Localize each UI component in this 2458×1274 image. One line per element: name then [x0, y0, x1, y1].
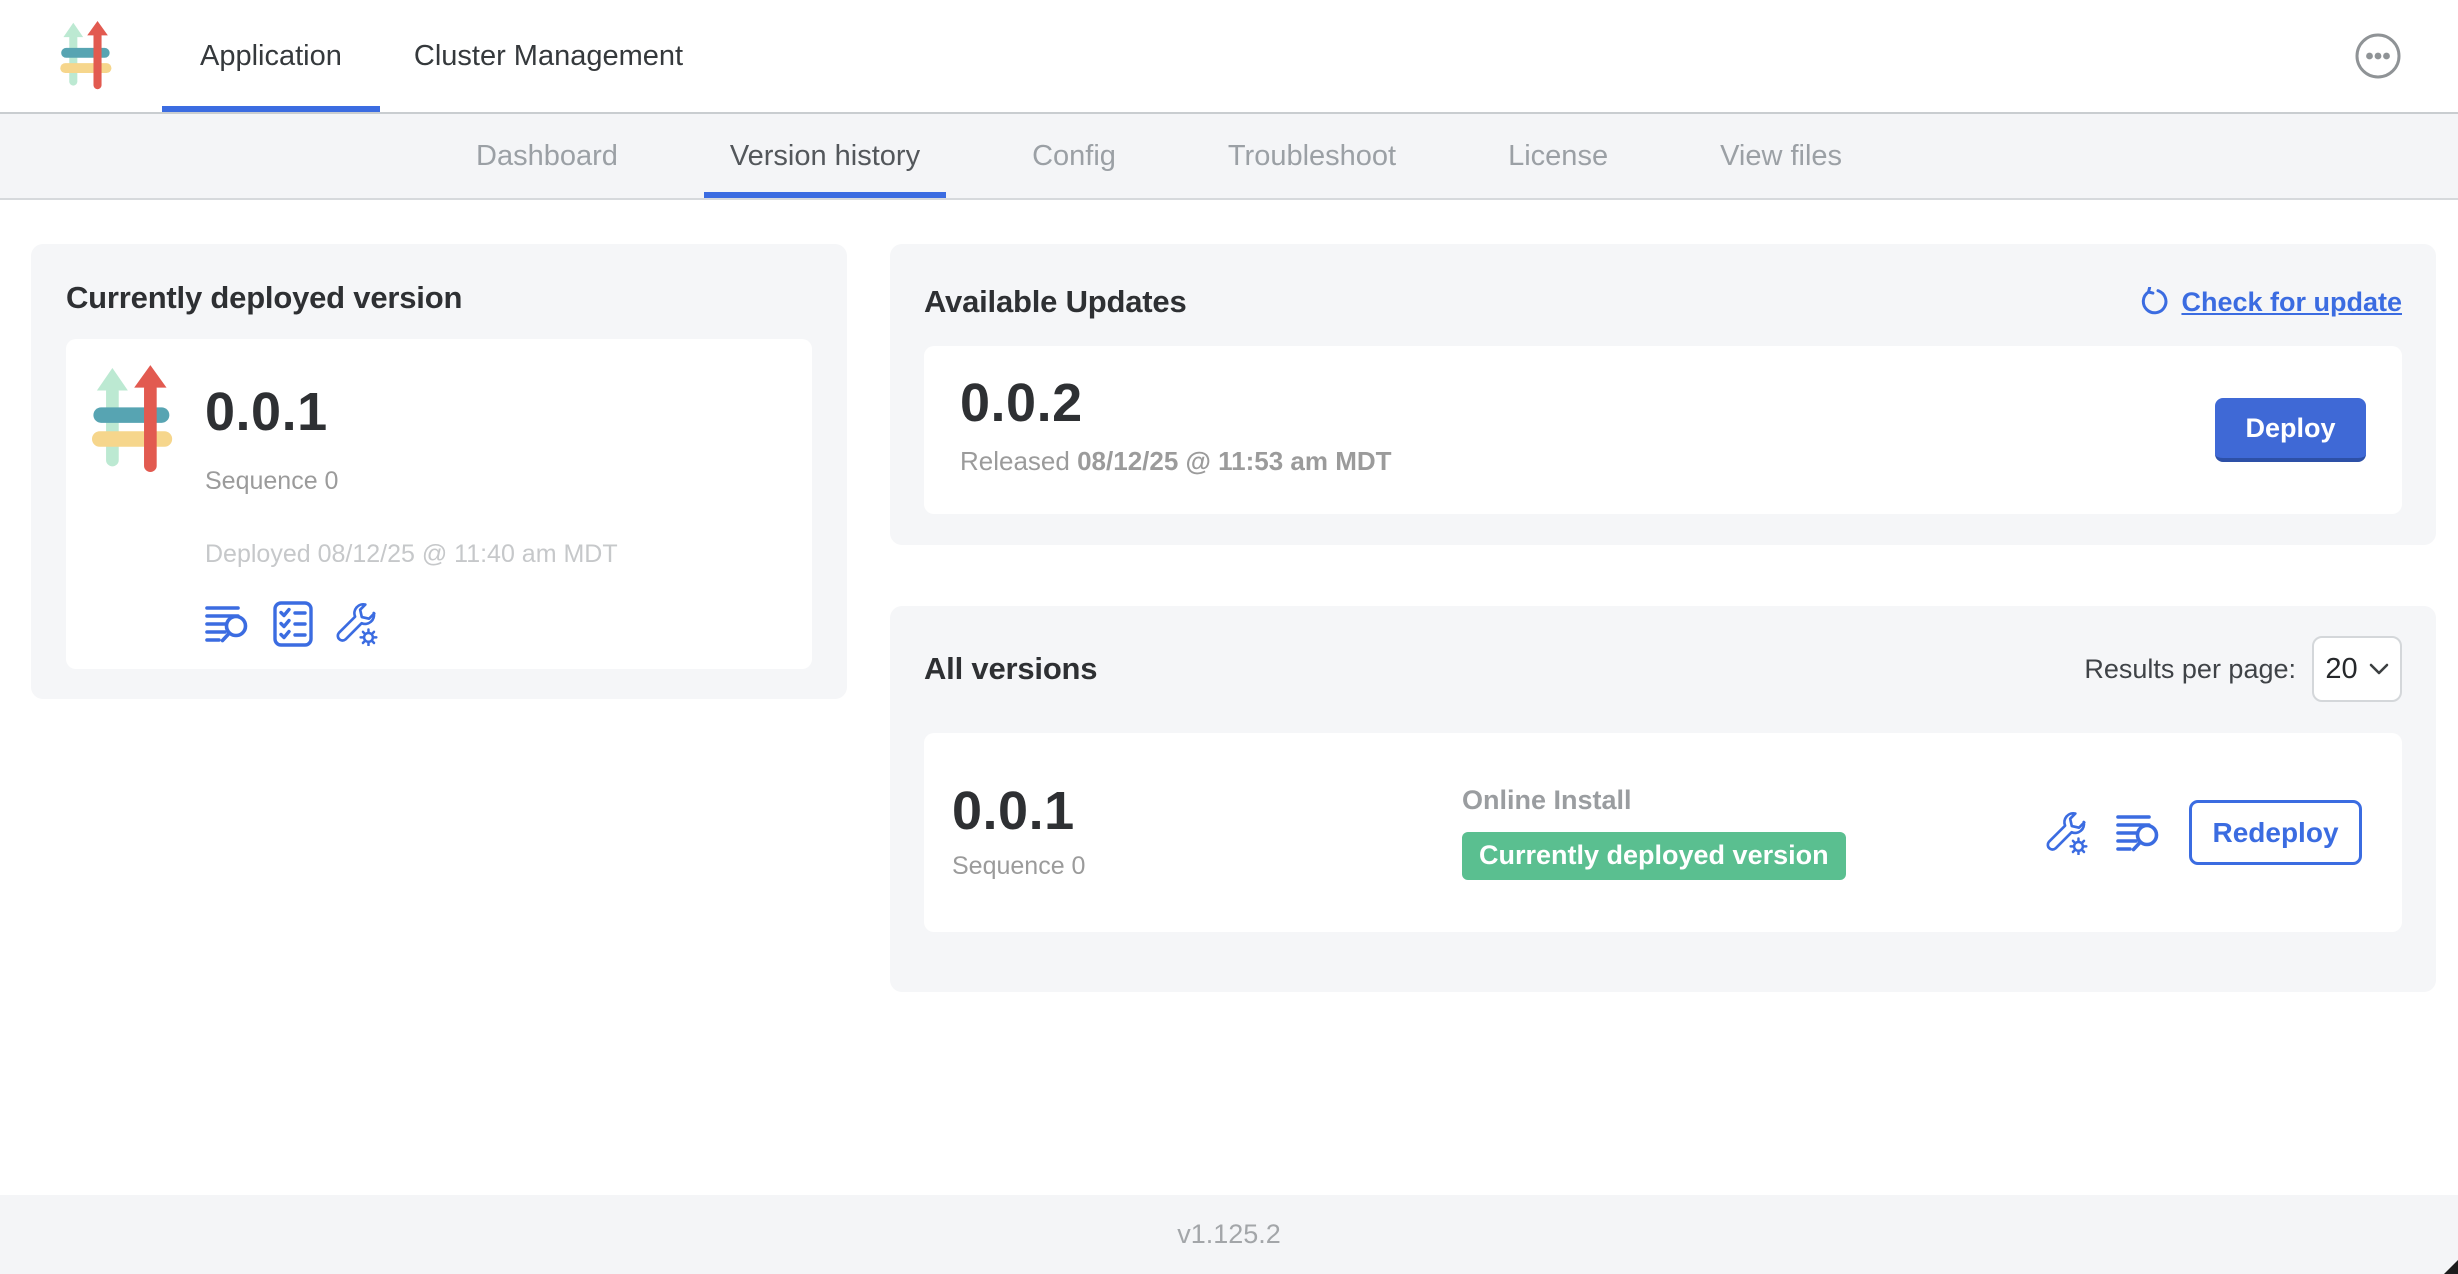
deployed-sequence: Sequence 0	[205, 467, 618, 496]
currently-deployed-title: Currently deployed version	[66, 280, 812, 316]
preflight-checks-button[interactable]	[273, 601, 313, 647]
deployed-version-number: 0.0.1	[205, 385, 618, 439]
deploy-button[interactable]: Deploy	[2215, 398, 2366, 462]
released-prefix: Released	[960, 446, 1070, 476]
edit-config-button[interactable]	[335, 602, 379, 646]
deployed-version-info: 0.0.1 Sequence 0 Deployed 08/12/25 @ 11:…	[205, 385, 618, 643]
row-view-diff-button[interactable]	[2116, 813, 2162, 853]
subnav-tab-license[interactable]: License	[1482, 114, 1634, 198]
diff-lines-magnifier-icon	[205, 604, 251, 644]
refresh-icon	[2139, 287, 2169, 317]
available-update-info: 0.0.2 Released 08/12/25 @ 11:53 am MDT	[960, 376, 1392, 477]
nav-tab-cluster-management-label: Cluster Management	[414, 40, 683, 73]
all-versions-card: All versions Results per page: 20	[890, 606, 2436, 992]
currently-deployed-card: Currently deployed version 0.0.1 Sequenc…	[31, 244, 847, 699]
subnav-tab-config[interactable]: Config	[1006, 114, 1142, 198]
ellipsis-menu-button[interactable]	[2354, 32, 2402, 80]
subnav-tab-troubleshoot[interactable]: Troubleshoot	[1202, 114, 1422, 198]
check-for-update-label: Check for update	[2181, 287, 2402, 318]
subnav-tab-dashboard[interactable]: Dashboard	[450, 114, 644, 198]
app-logo-icon	[60, 21, 118, 91]
results-per-page-value: 20	[2325, 653, 2357, 686]
redeploy-button[interactable]: Redeploy	[2189, 800, 2362, 865]
admin-console-page: Application Cluster Management Dashboard	[0, 0, 2458, 1274]
subnav-tab-view-files[interactable]: View files	[1694, 114, 1868, 198]
results-per-page-label: Results per page:	[2084, 654, 2296, 685]
all-versions-header: All versions Results per page: 20	[924, 636, 2402, 702]
top-nav: Application Cluster Management	[0, 0, 2458, 114]
currently-deployed-badge: Currently deployed version	[1462, 832, 1846, 880]
row-sequence: Sequence 0	[952, 852, 1462, 881]
check-for-update-link[interactable]: Check for update	[2139, 287, 2402, 318]
results-per-page: Results per page: 20	[2084, 636, 2402, 702]
available-updates-title: Available Updates	[924, 284, 1187, 320]
version-row: 0.0.1 Sequence 0 Online Install Currentl…	[924, 733, 2402, 932]
subnav-tab-dashboard-label: Dashboard	[476, 140, 618, 173]
app-subnav: Dashboard Version history Config Trouble…	[0, 114, 2458, 200]
subnav-tab-view-files-label: View files	[1720, 140, 1842, 173]
nav-tab-application-label: Application	[200, 40, 342, 73]
top-nav-right	[2354, 0, 2458, 112]
right-column: Available Updates Check for update	[890, 244, 2436, 992]
diff-lines-magnifier-icon	[2116, 813, 2162, 853]
version-row-actions: Redeploy	[2045, 800, 2362, 865]
chevron-down-icon	[2369, 663, 2389, 675]
subnav-tab-license-label: License	[1508, 140, 1608, 173]
install-type-label: Online Install	[1462, 785, 2045, 816]
available-updates-header: Available Updates Check for update	[924, 284, 2402, 320]
console-version: v1.125.2	[1177, 1219, 1281, 1250]
preflight-checklist-icon	[273, 601, 313, 647]
available-updates-card: Available Updates Check for update	[890, 244, 2436, 545]
row-version-number: 0.0.1	[952, 784, 1462, 838]
ellipsis-circle-icon	[2354, 32, 2402, 80]
results-per-page-select[interactable]: 20	[2312, 636, 2402, 702]
subnav-tab-version-history[interactable]: Version history	[704, 114, 946, 198]
released-date: 08/12/25 @ 11:53 am MDT	[1077, 446, 1391, 476]
deployed-timestamp: Deployed 08/12/25 @ 11:40 am MDT	[205, 540, 618, 569]
app-logo-icon-large	[92, 365, 182, 475]
subnav-tab-config-label: Config	[1032, 140, 1116, 173]
subnav-tab-troubleshoot-label: Troubleshoot	[1228, 140, 1396, 173]
nav-tab-cluster-management[interactable]: Cluster Management	[380, 0, 717, 112]
console-footer: v1.125.2	[0, 1195, 2458, 1274]
nav-tab-application[interactable]: Application	[162, 0, 380, 112]
deployed-action-icons	[205, 601, 618, 647]
version-row-version-col: 0.0.1 Sequence 0	[952, 784, 1462, 881]
row-edit-config-button[interactable]	[2045, 811, 2089, 855]
corner-cursor-artifact	[2444, 1260, 2458, 1274]
view-diff-button[interactable]	[205, 604, 251, 644]
update-released-line: Released 08/12/25 @ 11:53 am MDT	[960, 446, 1392, 477]
main-content: Currently deployed version 0.0.1 Sequenc…	[0, 200, 2458, 1195]
available-update-row: 0.0.2 Released 08/12/25 @ 11:53 am MDT D…	[924, 346, 2402, 514]
update-version-number: 0.0.2	[960, 376, 1392, 430]
subnav-tab-version-history-label: Version history	[730, 140, 920, 173]
all-versions-title: All versions	[924, 651, 1097, 687]
deployed-version-box: 0.0.1 Sequence 0 Deployed 08/12/25 @ 11:…	[66, 339, 812, 669]
config-wrench-gear-icon	[2045, 811, 2089, 855]
config-wrench-gear-icon	[335, 602, 379, 646]
version-row-status-col: Online Install Currently deployed versio…	[1462, 785, 2045, 880]
